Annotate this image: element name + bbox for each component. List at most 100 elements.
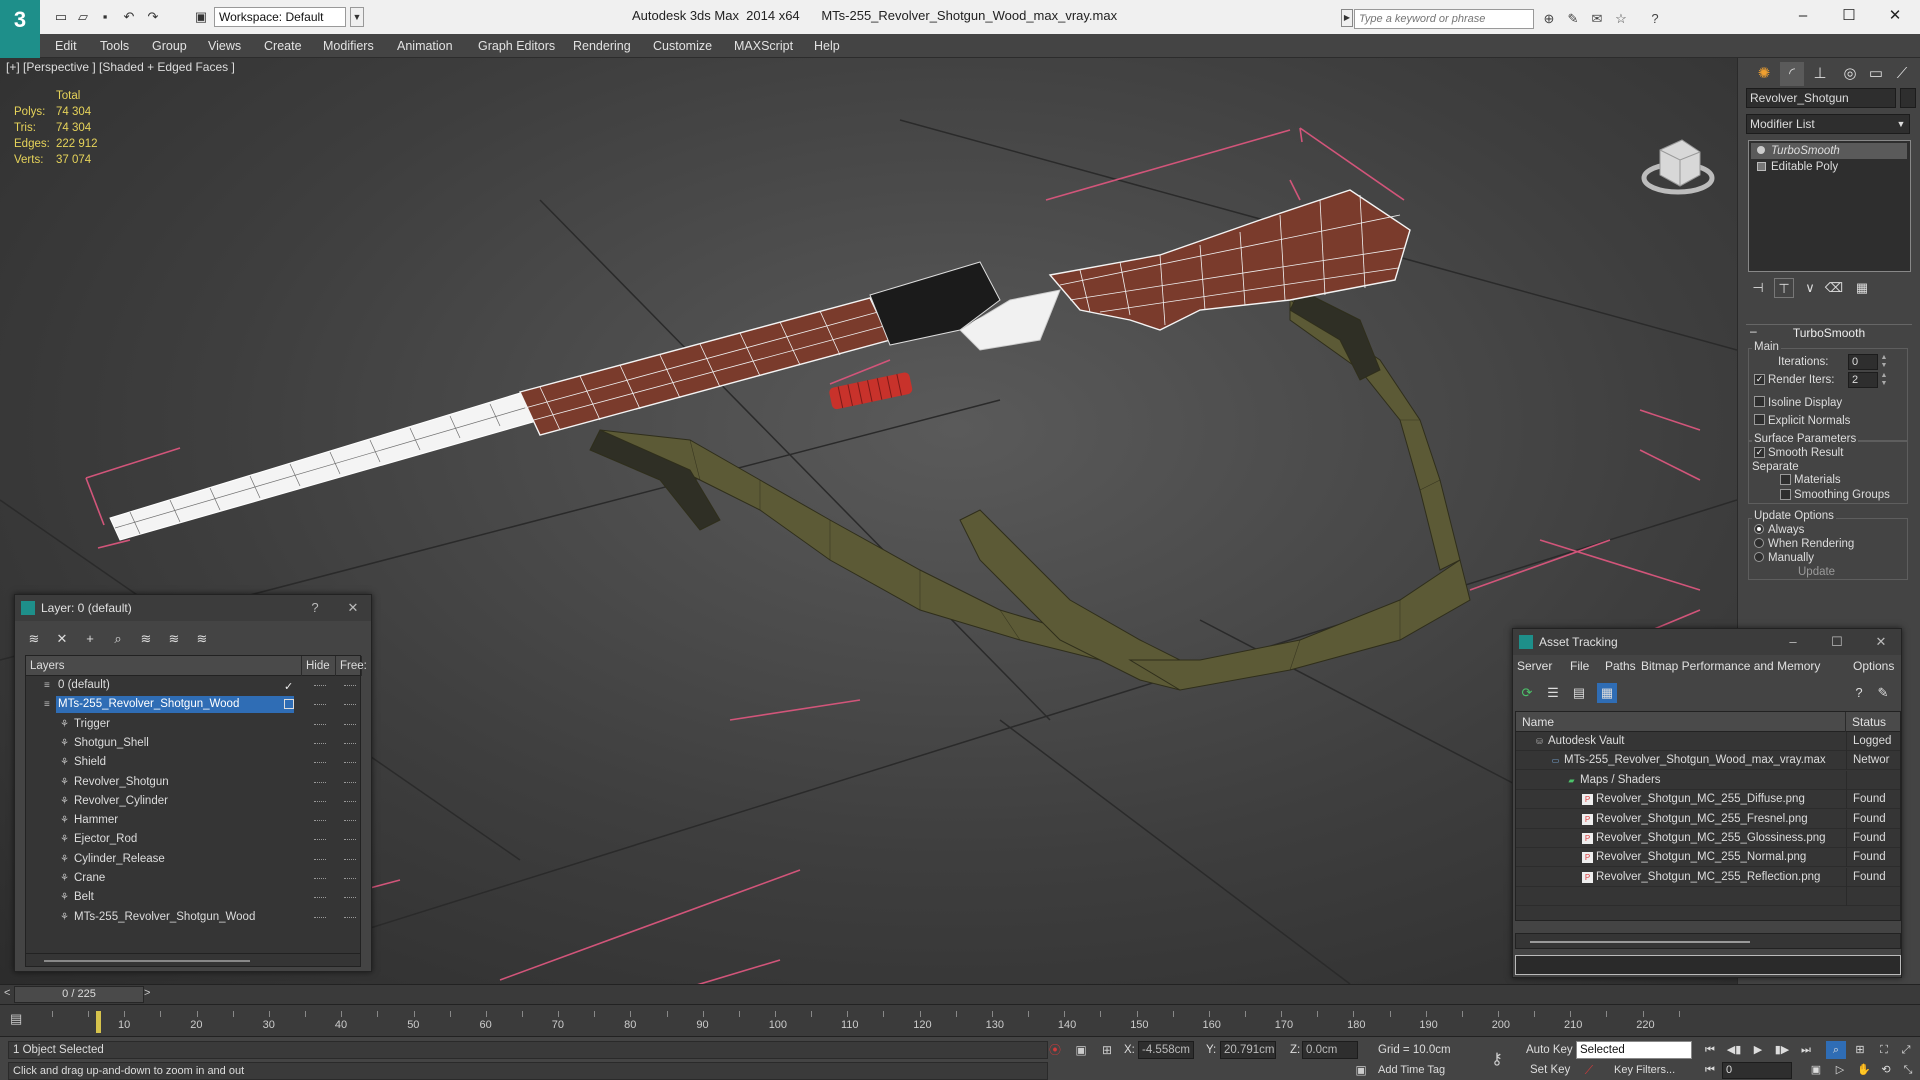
layer-row[interactable]: ≡ MTs-255_Revolver_Shotgun_Wood bbox=[26, 695, 360, 714]
hide-toggle[interactable] bbox=[314, 685, 326, 686]
display-tab-icon[interactable]: ▭ bbox=[1864, 62, 1888, 86]
asset-menu-file[interactable]: File bbox=[1570, 659, 1589, 673]
isolate-selection-icon[interactable]: ⦿ bbox=[1046, 1041, 1064, 1059]
auto-key-button[interactable]: Auto Key bbox=[1526, 1044, 1573, 1056]
render-iters-spinner[interactable]: 2 bbox=[1848, 372, 1878, 388]
save-icon[interactable]: ▪ bbox=[96, 8, 114, 26]
current-frame-field[interactable]: 0 bbox=[1722, 1062, 1792, 1079]
layer-row[interactable]: ⚘ Trigger bbox=[26, 715, 360, 734]
layer-name[interactable]: Ejector_Rod bbox=[72, 831, 141, 848]
key-mode-icon[interactable]: ⏮ bbox=[1700, 1061, 1720, 1079]
col-hide[interactable]: Hide bbox=[302, 656, 336, 676]
orbit-icon[interactable]: ⟲ bbox=[1876, 1061, 1896, 1079]
menu-maxscript[interactable]: MAXScript bbox=[734, 34, 793, 58]
layer-name[interactable]: Cylinder_Release bbox=[72, 851, 169, 868]
layer-name[interactable]: MTs-255_Revolver_Shotgun_Wood bbox=[72, 909, 259, 926]
asset-row[interactable]: P Revolver_Shotgun_MC_255_Reflection.png F… bbox=[1516, 867, 1900, 887]
asset-row[interactable]: ▰ Maps / Shaders bbox=[1516, 770, 1900, 790]
iterations-spinner[interactable]: 0 bbox=[1848, 354, 1878, 370]
select-in-layer-icon[interactable]: ⌕ bbox=[107, 629, 129, 649]
hide-toggle[interactable] bbox=[314, 762, 326, 764]
smoothing-groups-checkbox[interactable] bbox=[1780, 489, 1791, 500]
play-icon[interactable]: ▶ bbox=[1748, 1041, 1768, 1059]
layer-row[interactable]: ⚘ Hammer bbox=[26, 811, 360, 830]
add-time-tag-button[interactable]: Add Time Tag bbox=[1378, 1064, 1445, 1076]
time-slider-prev-button[interactable]: < bbox=[4, 987, 10, 999]
new-layer-icon[interactable]: ≋ bbox=[23, 629, 45, 649]
col-layers[interactable]: Layers bbox=[26, 656, 302, 676]
col-name[interactable]: Name bbox=[1516, 712, 1846, 732]
layer-row[interactable]: ⚘ MTs-255_Revolver_Shotgun_Wood bbox=[26, 908, 360, 927]
maximize-button[interactable]: ☐ bbox=[1826, 4, 1872, 28]
go-to-start-icon[interactable]: ⏮ bbox=[1700, 1041, 1720, 1059]
field-of-view-icon[interactable]: ▷ bbox=[1830, 1061, 1850, 1079]
trackbar-ruler[interactable]: 10 20 30 40 50 60 70 80 90 100 110 120 130 140 150 160 1… bbox=[44, 1009, 1684, 1033]
menu-tools[interactable]: Tools bbox=[100, 34, 129, 58]
modifier-stack[interactable]: TurboSmooth Editable Poly bbox=[1748, 140, 1911, 272]
open-file-icon[interactable]: ▱ bbox=[74, 8, 92, 26]
expand-box-icon[interactable] bbox=[1757, 162, 1766, 171]
stack-item-turbosmooth[interactable]: TurboSmooth bbox=[1751, 143, 1907, 159]
layer-name[interactable]: Crane bbox=[72, 870, 109, 887]
go-to-end-icon[interactable]: ⏭ bbox=[1796, 1041, 1816, 1059]
col-status[interactable]: Status bbox=[1846, 712, 1900, 732]
hide-toggle[interactable] bbox=[314, 723, 326, 725]
hide-all-layers-icon[interactable]: ≋ bbox=[163, 629, 185, 649]
set-key-button[interactable]: Set Key bbox=[1530, 1064, 1570, 1076]
layer-row[interactable]: ⚘ Revolver_Cylinder bbox=[26, 792, 360, 811]
asset-dialog-titlebar[interactable]: Asset Tracking – ☐ ✕ bbox=[1513, 629, 1901, 655]
isoline-display-checkbox[interactable] bbox=[1754, 396, 1765, 407]
when-rendering-radio[interactable] bbox=[1754, 538, 1764, 548]
asset-menu-bitmap-performance[interactable]: Bitmap Performance and Memory bbox=[1641, 659, 1820, 673]
zoom-all-icon[interactable]: ⊞ bbox=[1850, 1041, 1870, 1059]
help-icon[interactable]: ? bbox=[1646, 10, 1664, 28]
pan-view-icon[interactable]: ✋ bbox=[1854, 1061, 1874, 1079]
layer-name[interactable]: Shotgun_Shell bbox=[72, 735, 153, 752]
scrollbar-thumb[interactable] bbox=[1530, 941, 1750, 943]
y-coordinate-field[interactable]: 20.791cm bbox=[1220, 1041, 1276, 1059]
add-to-layer-icon[interactable]: + bbox=[79, 629, 101, 649]
asset-row[interactable]: P Revolver_Shotgun_MC_255_Normal.png Found bbox=[1516, 848, 1900, 868]
hide-toggle[interactable] bbox=[314, 839, 326, 841]
maximize-viewport-icon[interactable]: ⤢ bbox=[1896, 1041, 1916, 1059]
freeze-toggle[interactable] bbox=[344, 704, 356, 706]
col-freeze[interactable]: Free: bbox=[336, 656, 367, 676]
object-name-field[interactable]: Revolver_Shotgun bbox=[1746, 88, 1896, 108]
maximize-icon[interactable]: ☐ bbox=[1829, 634, 1845, 650]
viewport-label[interactable]: [+] [Perspective ] [Shaded + Edged Faces… bbox=[6, 60, 235, 74]
layer-name[interactable]: Belt bbox=[72, 889, 98, 906]
close-button[interactable]: ✕ bbox=[1872, 4, 1918, 28]
layer-name[interactable]: MTs-255_Revolver_Shotgun_Wood bbox=[56, 696, 294, 714]
layer-row[interactable]: ⚘ Shield bbox=[26, 753, 360, 772]
hide-toggle[interactable] bbox=[314, 742, 326, 744]
favorites-icon[interactable]: ☆ bbox=[1612, 10, 1630, 28]
workspace-dropdown[interactable]: Workspace: Default bbox=[214, 7, 346, 27]
zoom-icon[interactable]: ⌕ bbox=[1826, 1041, 1846, 1059]
minimize-icon[interactable]: – bbox=[1785, 634, 1801, 650]
next-frame-icon[interactable]: ▮▶ bbox=[1772, 1041, 1792, 1059]
subscription-icon[interactable]: ✎ bbox=[1564, 10, 1582, 28]
pin-stack-icon[interactable]: ⊣ bbox=[1748, 278, 1768, 298]
search-input[interactable] bbox=[1354, 9, 1534, 29]
trackbar[interactable]: ▤ 10 20 30 40 50 60 70 80 90 100 110 120 130 140 150 16… bbox=[0, 1004, 1920, 1036]
hide-toggle[interactable] bbox=[314, 820, 326, 822]
layer-row[interactable]: ≡ 0 (default) ✓ bbox=[26, 676, 360, 695]
smooth-result-checkbox[interactable]: ✓ bbox=[1754, 447, 1765, 458]
freeze-toggle[interactable] bbox=[344, 742, 356, 744]
hide-toggle[interactable] bbox=[314, 858, 326, 860]
minimize-button[interactable]: – bbox=[1780, 4, 1826, 28]
menu-views[interactable]: Views bbox=[208, 34, 241, 58]
always-radio[interactable] bbox=[1754, 524, 1764, 534]
manually-radio[interactable] bbox=[1754, 552, 1764, 562]
time-slider[interactable]: < 0 / 225 > bbox=[0, 984, 1920, 1004]
stack-item-editable-poly[interactable]: Editable Poly bbox=[1751, 159, 1907, 175]
menu-customize[interactable]: Customize bbox=[653, 34, 712, 58]
menu-group[interactable]: Group bbox=[152, 34, 187, 58]
freeze-toggle[interactable] bbox=[344, 685, 356, 686]
freeze-toggle[interactable] bbox=[344, 781, 356, 783]
settings-icon[interactable]: ✎ bbox=[1873, 683, 1893, 703]
zoom-extents-icon[interactable]: ⛶ bbox=[1874, 1041, 1894, 1059]
hide-toggle[interactable] bbox=[314, 878, 326, 879]
key-icon[interactable]: ⚷ bbox=[1488, 1051, 1506, 1069]
scrollbar-thumb[interactable] bbox=[44, 960, 250, 962]
